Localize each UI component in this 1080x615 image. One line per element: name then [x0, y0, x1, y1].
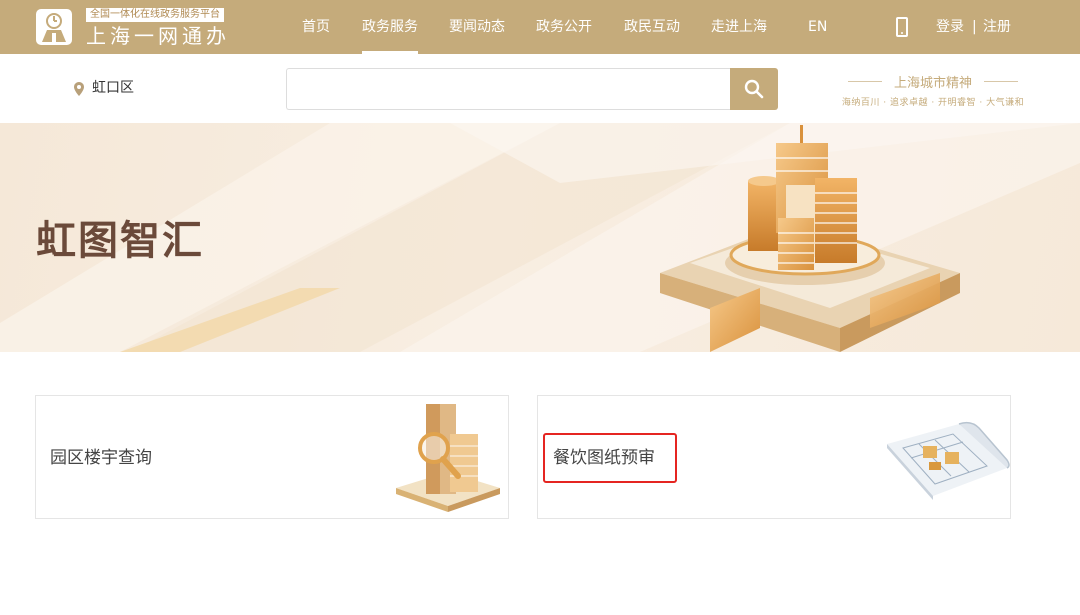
- nav-public-affairs[interactable]: 政务公开: [536, 0, 592, 54]
- top-navigation-bar: 全国一体化在线政务服务平台 上海一网通办 首页 政务服务 要闻动态 政务公开 政…: [0, 0, 1080, 54]
- service-card-building-query[interactable]: 园区楼宇查询: [35, 395, 509, 519]
- search-icon: [744, 79, 764, 99]
- logo-subtitle: 全国一体化在线政务服务平台: [86, 8, 224, 22]
- nav-english[interactable]: EN: [808, 0, 827, 54]
- city-spirit-slogan: 海纳百川 · 追求卓越 · 开明睿智 · 大气谦和: [841, 98, 1025, 108]
- nav-government-services[interactable]: 政务服务: [362, 0, 418, 54]
- logo-emblem-icon[interactable]: [36, 9, 72, 45]
- nav-about-shanghai[interactable]: 走进上海: [711, 0, 767, 54]
- building-magnifier-icon: [396, 404, 500, 512]
- login-separator: |: [972, 19, 977, 35]
- district-selector[interactable]: 虹口区: [92, 78, 134, 98]
- mobile-phone-icon[interactable]: [896, 17, 908, 37]
- card-label: 园区楼宇查询: [50, 448, 152, 468]
- spirit-divider-right: [984, 81, 1018, 82]
- search-button[interactable]: [730, 68, 778, 110]
- highlight-box: [543, 433, 677, 483]
- nav-interaction[interactable]: 政民互动: [624, 0, 680, 54]
- hero-banner: 虹图智汇: [0, 123, 1080, 352]
- register-link[interactable]: 注册: [983, 0, 1011, 54]
- login-link[interactable]: 登录: [936, 0, 964, 54]
- banner-title: 虹图智汇: [36, 218, 204, 264]
- map-pin-icon: [74, 82, 84, 96]
- blueprint-icon: [887, 421, 1010, 500]
- nav-news[interactable]: 要闻动态: [449, 0, 505, 54]
- nav-home[interactable]: 首页: [302, 0, 330, 54]
- search-input[interactable]: [286, 68, 730, 110]
- logo-title[interactable]: 上海一网通办: [86, 24, 230, 48]
